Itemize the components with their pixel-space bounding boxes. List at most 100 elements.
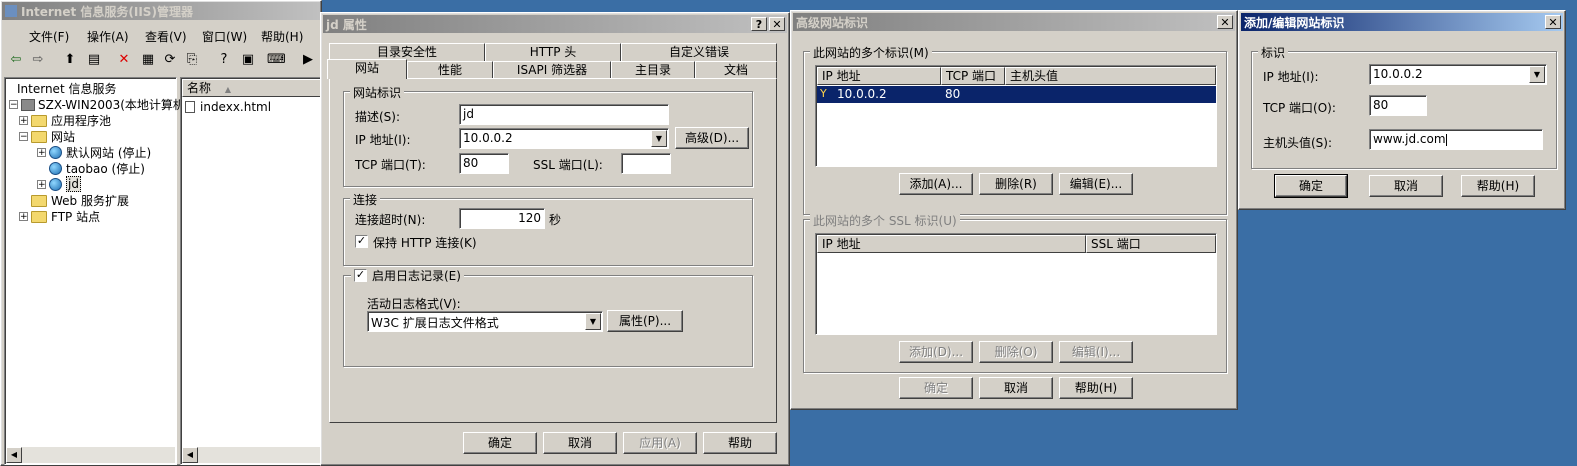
timeout-field[interactable]: 120 — [459, 208, 545, 229]
tree-item-root[interactable]: Internet 信息服务 — [17, 80, 116, 97]
chevron-down-icon[interactable]: ▼ — [651, 130, 667, 147]
tcp-port-label: TCP 端口(O): — [1263, 101, 1336, 115]
ssl-port-field[interactable] — [621, 153, 671, 174]
cancel-button[interactable]: 取消 — [1369, 175, 1443, 197]
iis-list-pane[interactable]: 名称 ▲ indexx.html ◀ — [180, 77, 323, 465]
collapse-icon[interactable]: − — [19, 132, 28, 142]
expand-icon[interactable]: + — [37, 148, 46, 158]
close-icon[interactable]: ✕ — [769, 17, 785, 31]
enable-logging-checkbox[interactable]: ✓ — [354, 269, 367, 282]
back-arrow-icon[interactable]: ⇦ — [7, 51, 25, 69]
apply-button[interactable]: 应用(A) — [623, 432, 697, 454]
help-button[interactable]: 帮助(H) — [1059, 377, 1133, 399]
column-header-tcp-port[interactable]: TCP 端口 — [941, 67, 1005, 85]
remove-ssl-button[interactable]: 删除(O) — [979, 341, 1053, 363]
tab-performance[interactable]: 性能 — [407, 61, 493, 79]
tab-isapi-filters[interactable]: ISAPI 筛选器 — [493, 61, 611, 79]
expand-icon[interactable]: + — [37, 179, 46, 189]
log-properties-button[interactable]: 属性(P)... — [607, 310, 683, 332]
chevron-down-icon[interactable]: ▼ — [585, 313, 601, 330]
tree-item-websites[interactable]: − 网站 — [19, 128, 75, 145]
ip-address-select[interactable]: 10.0.0.2 ▼ — [1369, 64, 1547, 85]
column-header-ssl-port[interactable]: SSL 端口 — [1086, 235, 1216, 253]
edit-binding-button[interactable]: 编辑(E)... — [1059, 173, 1133, 195]
description-field[interactable]: jd — [459, 104, 669, 125]
help-button[interactable]: 帮助(H) — [1461, 175, 1535, 197]
ok-button[interactable]: 确定 — [1274, 174, 1348, 198]
website-globe-icon — [49, 177, 62, 191]
edit-ssl-button[interactable]: 编辑(I)... — [1059, 341, 1133, 363]
view-icon[interactable]: ▣ — [239, 51, 257, 69]
tcp-port-field[interactable]: 80 — [459, 153, 509, 174]
help-icon[interactable]: ? — [215, 51, 233, 69]
column-header-ip[interactable]: IP 地址 — [817, 67, 941, 85]
tree-item-app-pools[interactable]: + 应用程序池 — [19, 112, 111, 129]
tab-http-headers[interactable]: HTTP 头 — [485, 43, 621, 61]
tree-horizontal-scrollbar[interactable]: ◀ — [6, 447, 175, 463]
advanced-titlebar[interactable]: 高级网站标识 ✕ — [793, 13, 1235, 31]
tab-website[interactable]: 网站 — [327, 59, 407, 79]
menu-window[interactable]: 窗口(W) — [202, 28, 247, 45]
multi-id-list[interactable]: IP 地址 TCP 端口 主机头值 Υ 10.0.0.2 80 — [815, 65, 1217, 167]
export-icon[interactable]: ⎘ — [183, 51, 201, 69]
close-icon[interactable]: ✕ — [1217, 15, 1233, 29]
ok-button[interactable]: 确定 — [899, 377, 973, 399]
show-tree-icon[interactable]: ▤ — [85, 51, 103, 69]
column-header-name[interactable]: 名称 ▲ — [182, 79, 323, 97]
menu-action[interactable]: 操作(A) — [87, 28, 129, 45]
forward-arrow-icon[interactable]: ⇨ — [29, 51, 47, 69]
tree-item-jd[interactable]: + jd — [37, 176, 81, 192]
refresh-icon[interactable]: ⟳ — [161, 51, 179, 69]
tab-documents[interactable]: 文档 — [695, 61, 777, 79]
menu-file[interactable]: 文件(F) — [29, 28, 69, 45]
delete-icon[interactable]: ✕ — [115, 51, 133, 69]
menu-help[interactable]: 帮助(H) — [261, 28, 303, 45]
properties-icon[interactable]: ▦ — [139, 51, 157, 69]
folder-icon — [31, 210, 47, 223]
ok-button[interactable]: 确定 — [463, 432, 537, 454]
add-ssl-button[interactable]: 添加(D)... — [899, 341, 973, 363]
tcp-port-field[interactable]: 80 — [1369, 95, 1427, 116]
expand-icon[interactable]: + — [19, 116, 28, 126]
tree-item-taobao[interactable]: taobao (停止) — [49, 160, 145, 177]
list-horizontal-scrollbar[interactable]: ◀ — [182, 447, 323, 463]
cancel-button[interactable]: 取消 — [543, 432, 617, 454]
table-row[interactable]: Υ 10.0.0.2 80 — [817, 86, 1216, 103]
expand-icon[interactable]: + — [19, 212, 28, 222]
iis-titlebar[interactable]: Internet 信息服务(IIS)管理器 — [2, 2, 320, 20]
chevron-down-icon[interactable]: ▼ — [1529, 66, 1545, 83]
log-format-select[interactable]: W3C 扩展日志文件格式 ▼ — [367, 311, 603, 332]
text-cursor — [1445, 133, 1447, 146]
remove-binding-button[interactable]: 删除(R) — [979, 173, 1053, 195]
computer-icon[interactable]: ⌨ — [267, 51, 286, 69]
scroll-left-icon[interactable]: ◀ — [6, 447, 22, 463]
ssl-id-list[interactable]: IP 地址 SSL 端口 — [815, 233, 1217, 335]
keepalive-checkbox[interactable]: ✓ — [355, 235, 368, 248]
add-binding-button[interactable]: 添加(A)... — [899, 173, 973, 195]
help-question-icon[interactable]: ? — [751, 17, 767, 31]
advanced-button[interactable]: 高级(D)... — [675, 127, 749, 149]
help-button[interactable]: 帮助 — [703, 432, 777, 454]
tab-custom-errors[interactable]: 自定义错误 — [621, 43, 777, 61]
menu-view[interactable]: 查看(V) — [145, 28, 187, 45]
ip-address-select[interactable]: 10.0.0.2 ▼ — [459, 128, 669, 149]
close-icon[interactable]: ✕ — [1545, 15, 1561, 29]
tree-item-web-ext[interactable]: Web 服务扩展 — [31, 192, 129, 209]
edit-id-titlebar[interactable]: 添加/编辑网站标识 ✕ — [1241, 13, 1563, 31]
column-header-host[interactable]: 主机头值 — [1005, 67, 1216, 85]
tree-item-default-site[interactable]: + 默认网站 (停止) — [37, 144, 151, 161]
tab-home-directory[interactable]: 主目录 — [611, 61, 695, 79]
cancel-button[interactable]: 取消 — [979, 377, 1053, 399]
iis-tree-pane[interactable]: Internet 信息服务 − SZX-WIN2003(本地计算机) + 应用程… — [4, 77, 190, 465]
collapse-icon[interactable]: − — [9, 100, 18, 110]
keepalive-label: 保持 HTTP 连接(K) — [373, 236, 477, 250]
host-header-field[interactable]: www.jd.com — [1369, 129, 1543, 150]
column-header-ip[interactable]: IP 地址 — [817, 235, 1086, 253]
list-item[interactable]: indexx.html — [185, 100, 271, 114]
tree-item-computer[interactable]: − SZX-WIN2003(本地计算机) — [9, 96, 190, 113]
tree-item-ftp[interactable]: + FTP 站点 — [19, 208, 100, 225]
play-icon[interactable]: ▶ — [299, 51, 317, 69]
up-folder-icon[interactable]: ⬆ — [61, 51, 79, 69]
scroll-left-icon[interactable]: ◀ — [182, 447, 198, 463]
properties-titlebar[interactable]: jd 属性 ? ✕ — [323, 15, 787, 33]
